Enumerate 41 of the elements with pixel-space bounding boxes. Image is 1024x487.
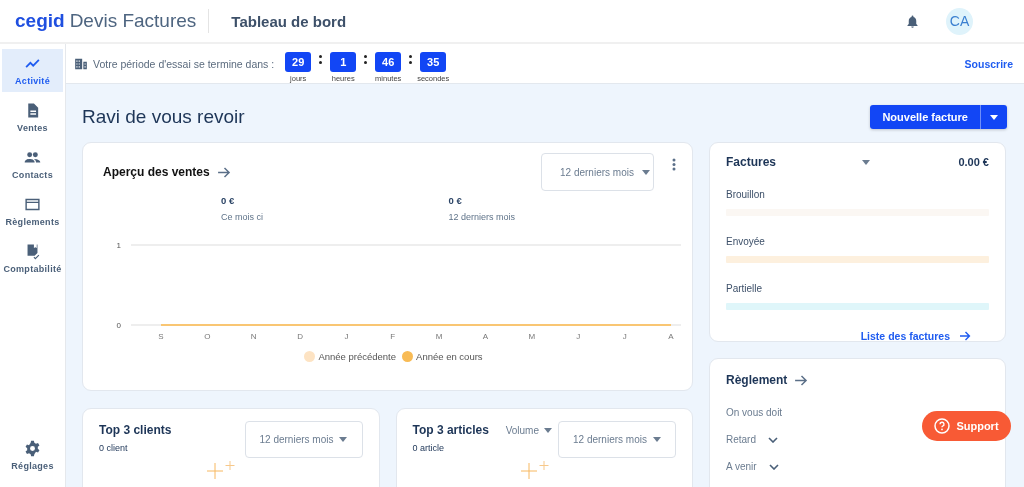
page-title: Tableau de bord [231,12,347,30]
axis-tick-label: J [622,332,627,341]
axis-tick-label: J [576,332,581,341]
status-label: Brouillon [726,189,766,200]
axis-tick-label: 0 [116,321,121,330]
payment-row-label: A venir [726,461,757,472]
countdown-value: 35 [420,52,447,72]
stat-value: 0 € [221,195,236,206]
invoices-total: 0.00 € [958,156,989,168]
stat-label: 12 derniers mois [448,212,517,222]
axis-tick-label: A [668,332,674,341]
legend-label: Année en cours [416,351,483,362]
axis-tick-label: M [435,332,443,341]
brand-logo: cegid [15,10,65,32]
axis-tick-label: O [204,332,211,341]
axis-tick-label: F [390,332,396,341]
trial-message: Votre période d'essai se termine dans : [93,57,275,70]
countdown-value: 29 [285,52,312,72]
legend-label: Année précédente [318,351,397,362]
axis-tick-label: J [344,332,349,341]
card-title: Factures [726,155,777,169]
card-title: Top 3 clients [99,423,172,437]
stat-value: 0 € [448,195,463,206]
status-label: Envoyée [726,236,766,247]
axis-tick-label: 1 [116,241,121,250]
greeting-heading: Ravi de vous revoir [82,106,245,128]
axis-tick-label: D [297,332,303,341]
countdown-value: 1 [330,52,357,72]
card-title: Top 3 articles [412,423,489,437]
stat-label: Ce mois ci [221,212,264,222]
count-label: 0 client [99,443,129,453]
count-label: 0 article [412,443,445,453]
countdown-value: 46 [375,52,402,72]
status-label: Partielle [726,283,764,294]
product-name: Devis Factures [69,10,197,32]
payment-row-label: Retard [726,434,756,445]
payment-row-label: On vous doit [726,407,783,418]
axis-tick-label: N [250,332,257,341]
axis-tick-label: S [158,332,164,341]
axis-tick-label: M [528,332,536,341]
axis-tick-label: A [482,332,489,341]
